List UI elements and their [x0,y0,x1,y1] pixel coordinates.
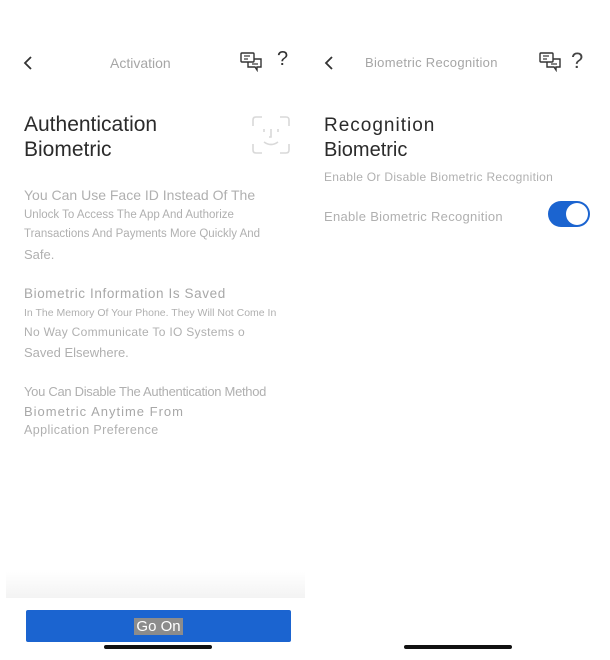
activation-screen: Activation ? Authentication Biometric Yo… [0,0,310,660]
paragraph-line: In The Memory Of Your Phone. They Will N… [24,306,277,319]
title-line-2: Biometric [324,139,408,161]
title-line-1: Recognition [324,115,436,136]
home-indicator[interactable] [404,645,512,649]
biometric-settings-screen: Biometric Recognition ? Recognition Biom… [305,0,610,660]
title-line-2: Biometric [24,138,112,161]
chat-bubbles-icon[interactable] [240,52,262,72]
paragraph-line: Safe. [24,246,55,262]
paragraph-line: You Can Disable The Authentication Metho… [24,384,267,399]
home-indicator[interactable] [104,645,212,649]
disable-paragraph: You Can Disable The Authentication Metho… [24,382,294,441]
page-title: Authentication Biometric [24,112,157,162]
nav-bar: Biometric Recognition ? [305,48,610,78]
help-icon[interactable]: ? [277,48,288,71]
chat-bubbles-icon[interactable] [539,52,561,72]
bottom-fade [6,572,310,598]
paragraph-line: No Way Communicate To IO Systems o [24,325,245,339]
settings-description: Enable Or Disable Biometric Recognition [324,170,554,184]
nav-bar: Activation ? [0,48,305,78]
intro-paragraph: You Can Use Face ID Instead Of The Unloc… [24,186,294,264]
help-icon[interactable]: ? [571,48,583,74]
storage-paragraph: Biometric Information Is Saved In The Me… [24,284,294,362]
paragraph-line: Unlock To Access The App And Authorize [24,208,234,221]
nav-title: Biometric Recognition [365,55,498,70]
chevron-left-icon[interactable] [20,52,36,74]
title-line-1: Authentication [24,113,158,136]
face-id-icon [252,116,290,154]
enable-biometric-toggle[interactable] [548,201,590,227]
paragraph-line: Application Preference [24,423,159,437]
go-on-label: Go On [134,617,183,635]
paragraph-line: Biometric Anytime From [24,403,184,419]
page-title: Recognition Biometric [324,114,435,162]
enable-biometric-label: Enable Biometric Recognition [324,209,503,224]
toggle-knob [566,203,588,225]
paragraph-line: Biometric Information Is Saved [24,286,226,301]
nav-title: Activation [110,55,171,71]
paragraph-line: Saved Elsewhere. [24,344,129,360]
paragraph-line: Transactions And Payments More Quickly A… [24,228,261,240]
chevron-left-icon[interactable] [321,52,337,74]
paragraph-line: You Can Use Face ID Instead Of The [24,187,256,203]
go-on-button[interactable]: Go On [26,610,291,642]
